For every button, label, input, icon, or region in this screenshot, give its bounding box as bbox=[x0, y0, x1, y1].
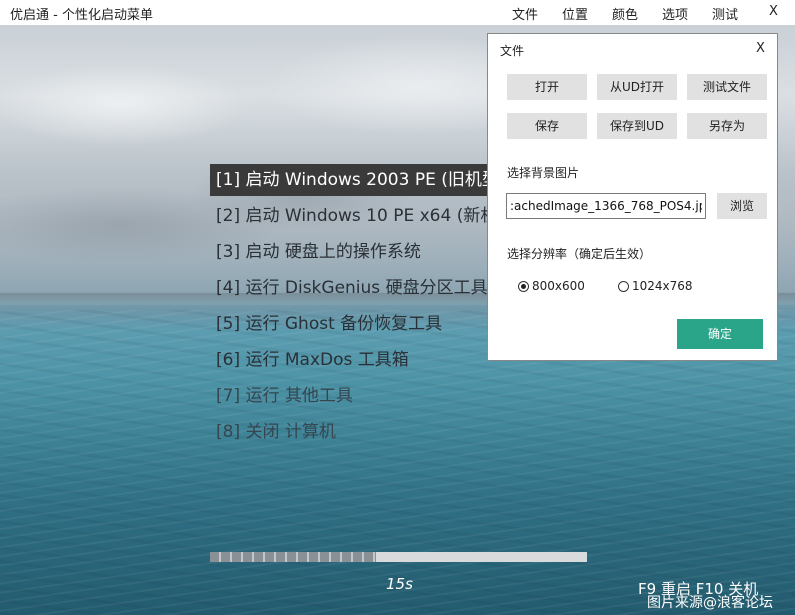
resolution-1024x768-radio[interactable]: 1024x768 bbox=[618, 279, 693, 293]
open-from-ud-button[interactable]: 从UD打开 bbox=[597, 74, 677, 100]
resolution-800x600-label: 800x600 bbox=[532, 279, 585, 293]
menu-color[interactable]: 颜色 bbox=[612, 4, 638, 23]
boot-item-6[interactable]: [6] 运行 MaxDos 工具箱 bbox=[210, 344, 495, 380]
window-title: 优启通 - 个性化启动菜单 bbox=[10, 8, 153, 23]
radio-unchecked-icon bbox=[618, 281, 629, 292]
menu-test[interactable]: 测试 bbox=[712, 4, 738, 23]
menu-options[interactable]: 选项 bbox=[662, 4, 688, 23]
save-as-button[interactable]: 另存为 bbox=[687, 113, 767, 139]
countdown-timer: 15s bbox=[386, 575, 413, 593]
menu-file[interactable]: 文件 bbox=[512, 4, 538, 23]
save-to-ud-button[interactable]: 保存到UD bbox=[597, 113, 677, 139]
boot-item-1[interactable]: [1] 启动 Windows 2003 PE (旧机型 bbox=[210, 164, 495, 196]
open-button[interactable]: 打开 bbox=[507, 74, 587, 100]
boot-menu: [1] 启动 Windows 2003 PE (旧机型 [2] 启动 Windo… bbox=[210, 164, 495, 452]
menu-position[interactable]: 位置 bbox=[562, 4, 588, 23]
boot-item-7[interactable]: [7] 运行 其他工具 bbox=[210, 380, 495, 416]
resolution-1024x768-label: 1024x768 bbox=[632, 279, 693, 293]
background-image-path-input[interactable] bbox=[506, 193, 706, 219]
dialog-title: 文件 bbox=[500, 44, 525, 58]
countdown-progress-fill bbox=[210, 552, 376, 562]
boot-item-3[interactable]: [3] 启动 硬盘上的操作系统 bbox=[210, 236, 495, 272]
test-file-button[interactable]: 测试文件 bbox=[687, 74, 767, 100]
dialog-close-button[interactable]: X bbox=[756, 41, 765, 56]
resolution-800x600-radio[interactable]: 800x600 bbox=[518, 279, 585, 293]
save-button[interactable]: 保存 bbox=[507, 113, 587, 139]
radio-checked-icon bbox=[518, 281, 529, 292]
boot-item-2[interactable]: [2] 启动 Windows 10 PE x64 (新机型 bbox=[210, 200, 495, 236]
title-bar: 优启通 - 个性化启动菜单 文件 位置 颜色 选项 测试 X bbox=[0, 0, 795, 25]
boot-item-4[interactable]: [4] 运行 DiskGenius 硬盘分区工具 bbox=[210, 272, 495, 308]
ok-button[interactable]: 确定 bbox=[677, 319, 763, 349]
image-source-watermark: 图片来源@浪客论坛 bbox=[647, 595, 773, 611]
boot-item-8[interactable]: [8] 关闭 计算机 bbox=[210, 416, 495, 452]
boot-item-5[interactable]: [5] 运行 Ghost 备份恢复工具 bbox=[210, 308, 495, 344]
browse-button[interactable]: 浏览 bbox=[717, 193, 767, 219]
file-dialog: 文件 X 打开 从UD打开 测试文件 保存 保存到UD 另存为 选择背景图片 浏… bbox=[487, 33, 778, 361]
background-image-label: 选择背景图片 bbox=[507, 166, 580, 180]
countdown-progress-bar bbox=[210, 552, 587, 562]
app-window: 优启通 - 个性化启动菜单 文件 位置 颜色 选项 测试 X [1] 启动 Wi… bbox=[0, 0, 795, 615]
window-close-button[interactable]: X bbox=[769, 4, 778, 19]
resolution-label: 选择分辨率（确定后生效） bbox=[507, 247, 652, 261]
